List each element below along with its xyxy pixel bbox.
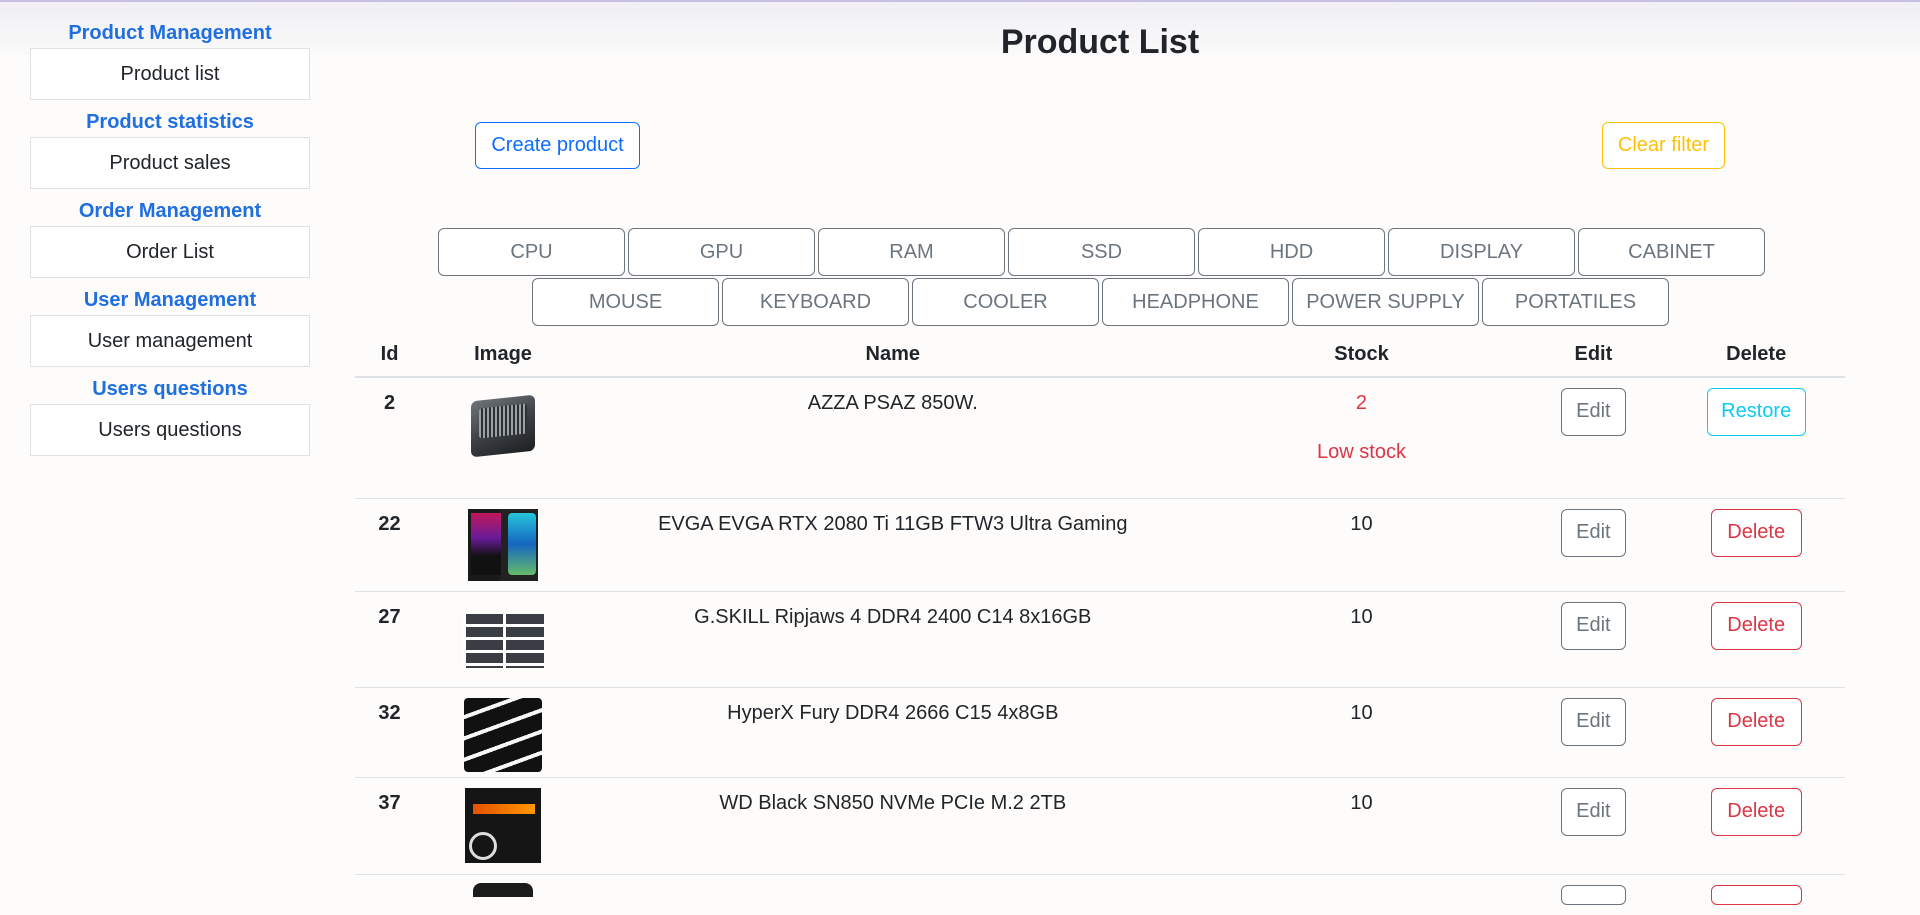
stock-value: 10 bbox=[1350, 792, 1373, 814]
table-row: 27 G.SKILL Ripjaws 4 DDR4 2400 C14 8x16G… bbox=[355, 592, 1845, 688]
ram-kit-image bbox=[464, 698, 543, 772]
table-row: 32 HyperX Fury DDR4 2666 C15 4x8GB 10 Ed… bbox=[355, 688, 1845, 778]
product-table: Id Image Name Stock Edit Delete 2 AZZA P… bbox=[355, 333, 1845, 915]
edit-button-partial[interactable] bbox=[1560, 885, 1626, 905]
delete-button[interactable]: Delete bbox=[1710, 698, 1802, 746]
power-supply-image bbox=[471, 394, 536, 458]
category-ssd-button[interactable]: SSD bbox=[1008, 228, 1195, 276]
header-image: Image bbox=[474, 343, 532, 365]
row-id: 2 bbox=[383, 392, 396, 414]
image-cell bbox=[424, 778, 582, 874]
product-name: HyperX Fury DDR4 2666 C15 4x8GB bbox=[727, 702, 1059, 724]
sidebar: Product Management Product list Product … bbox=[30, 18, 310, 463]
create-product-button[interactable]: Create product bbox=[475, 122, 640, 169]
product-image-partial bbox=[473, 883, 534, 897]
edit-button[interactable]: Edit bbox=[1560, 509, 1626, 557]
ram-kit-image bbox=[462, 614, 544, 668]
category-filter-row-1: CPU GPU RAM SSD HDD DISPLAY CABINET bbox=[438, 228, 1765, 276]
header-delete: Delete bbox=[1726, 343, 1787, 365]
page-title: Product List bbox=[1000, 23, 1200, 61]
image-cell bbox=[424, 592, 582, 687]
table-row: 22 EVGA EVGA RTX 2080 Ti 11GB FTW3 Ultra… bbox=[355, 499, 1845, 592]
image-cell bbox=[424, 688, 582, 777]
row-id: 32 bbox=[378, 702, 401, 724]
stock-cell: 2 Low stock bbox=[1204, 378, 1520, 498]
row-id: 27 bbox=[378, 606, 401, 628]
category-hdd-button[interactable]: HDD bbox=[1198, 228, 1385, 276]
sidebar-heading-product-statistics: Product statistics bbox=[86, 111, 254, 133]
product-name: AZZA PSAZ 850W. bbox=[807, 392, 978, 414]
edit-button[interactable]: Edit bbox=[1560, 698, 1626, 746]
graphics-card-image bbox=[468, 509, 539, 581]
category-cabinet-button[interactable]: CABINET bbox=[1578, 228, 1765, 276]
stock-value: 10 bbox=[1350, 606, 1373, 628]
header-edit: Edit bbox=[1574, 343, 1613, 365]
row-id: 37 bbox=[378, 792, 401, 814]
sidebar-heading-users-questions: Users questions bbox=[92, 378, 248, 400]
stock-value: 10 bbox=[1350, 702, 1373, 724]
delete-button[interactable]: Delete bbox=[1710, 509, 1802, 557]
stock-value: 10 bbox=[1350, 513, 1373, 535]
sidebar-heading-order-management: Order Management bbox=[78, 200, 262, 222]
edit-button[interactable]: Edit bbox=[1560, 602, 1626, 650]
image-cell bbox=[424, 875, 582, 915]
category-keyboard-button[interactable]: KEYBOARD bbox=[722, 278, 909, 326]
low-stock-label: Low stock bbox=[1317, 441, 1406, 463]
table-header: Id Image Name Stock Edit Delete bbox=[355, 333, 1845, 378]
ssd-image bbox=[465, 788, 542, 863]
category-ram-button[interactable]: RAM bbox=[818, 228, 1005, 276]
header-name: Name bbox=[865, 343, 921, 365]
sidebar-item-order-list[interactable]: Order List bbox=[30, 226, 310, 278]
sidebar-item-users-questions[interactable]: Users questions bbox=[30, 404, 310, 456]
category-cooler-button[interactable]: COOLER bbox=[912, 278, 1099, 326]
table-row-partial bbox=[355, 875, 1845, 915]
product-name: EVGA EVGA RTX 2080 Ti 11GB FTW3 Ultra Ga… bbox=[658, 513, 1128, 535]
header-id: Id bbox=[380, 343, 399, 365]
image-cell bbox=[424, 378, 582, 498]
delete-button[interactable]: Delete bbox=[1710, 602, 1802, 650]
category-mouse-button[interactable]: MOUSE bbox=[532, 278, 719, 326]
stock-empty bbox=[1204, 875, 1520, 915]
category-portatiles-button[interactable]: PORTATILES bbox=[1482, 278, 1669, 326]
table-row: 2 AZZA PSAZ 850W. 2 Low stock Edit Resto… bbox=[355, 378, 1845, 499]
sidebar-item-product-sales[interactable]: Product sales bbox=[30, 137, 310, 189]
category-cpu-button[interactable]: CPU bbox=[438, 228, 625, 276]
product-name: WD Black SN850 NVMe PCIe M.2 2TB bbox=[719, 792, 1067, 814]
sidebar-heading-product-management: Product Management bbox=[68, 22, 272, 44]
restore-button[interactable]: Restore bbox=[1706, 388, 1806, 436]
table-row: 37 WD Black SN850 NVMe PCIe M.2 2TB 10 E… bbox=[355, 778, 1845, 875]
sidebar-item-product-list[interactable]: Product list bbox=[30, 48, 310, 100]
delete-button[interactable]: Delete bbox=[1710, 788, 1802, 836]
clear-filter-button[interactable]: Clear filter bbox=[1602, 122, 1725, 169]
category-filter-row-2: MOUSE KEYBOARD COOLER HEADPHONE POWER SU… bbox=[532, 278, 1669, 326]
product-name-empty bbox=[582, 875, 1204, 915]
image-cell bbox=[424, 499, 582, 591]
category-headphone-button[interactable]: HEADPHONE bbox=[1102, 278, 1289, 326]
category-power-supply-button[interactable]: POWER SUPPLY bbox=[1292, 278, 1479, 326]
delete-button-partial[interactable] bbox=[1710, 885, 1802, 905]
edit-button[interactable]: Edit bbox=[1560, 388, 1626, 436]
stock-value: 2 bbox=[1355, 392, 1368, 414]
row-id-empty bbox=[355, 875, 424, 915]
header-stock: Stock bbox=[1334, 343, 1389, 365]
edit-button[interactable]: Edit bbox=[1560, 788, 1626, 836]
sidebar-heading-user-management: User Management bbox=[83, 289, 257, 311]
category-display-button[interactable]: DISPLAY bbox=[1388, 228, 1575, 276]
row-id: 22 bbox=[378, 513, 401, 535]
product-name: G.SKILL Ripjaws 4 DDR4 2400 C14 8x16GB bbox=[694, 606, 1092, 628]
category-gpu-button[interactable]: GPU bbox=[628, 228, 815, 276]
sidebar-item-user-management[interactable]: User management bbox=[30, 315, 310, 367]
